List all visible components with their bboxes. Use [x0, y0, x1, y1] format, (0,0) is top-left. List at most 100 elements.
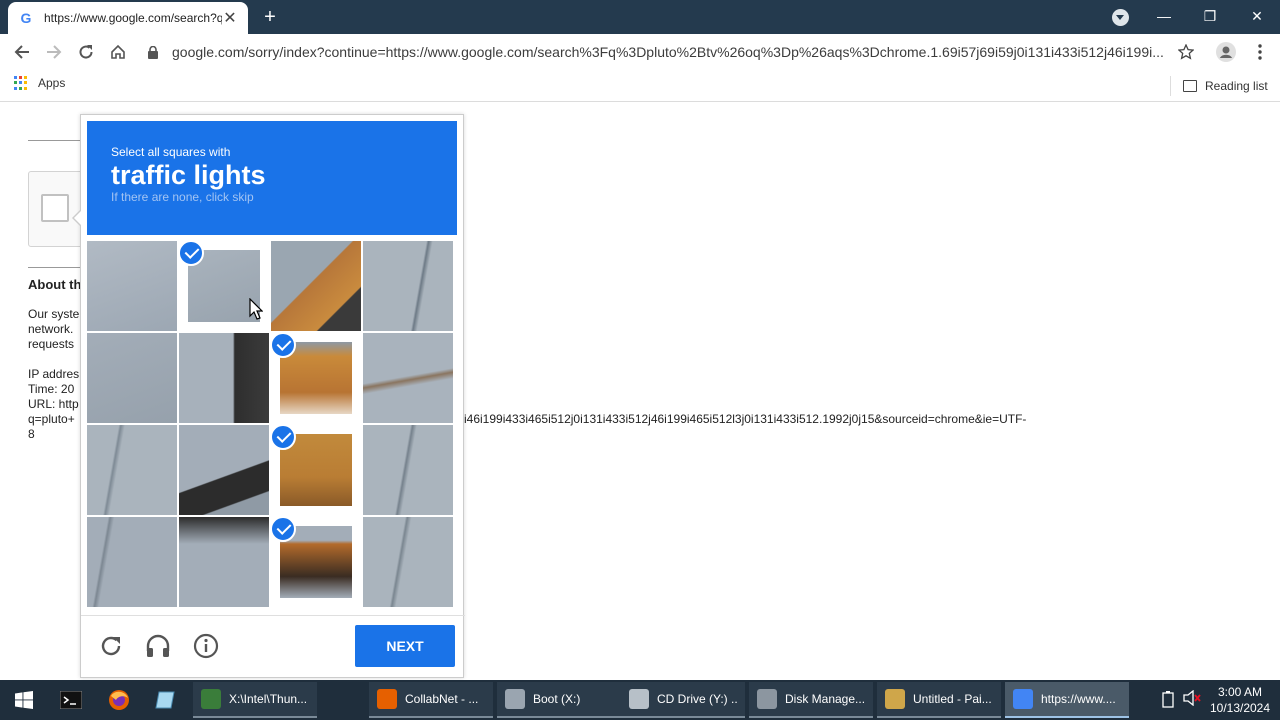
url-line: URL: http — [28, 397, 79, 411]
captcha-tile-image — [87, 241, 177, 331]
notepad-icon — [201, 689, 221, 709]
taskbar-item-6[interactable]: Untitled - Pai... — [877, 682, 1001, 718]
captcha-tile-10[interactable] — [179, 425, 269, 515]
new-tab-button[interactable]: + — [258, 6, 282, 28]
taskbar-item-label: X:\Intel\Thun... — [229, 692, 308, 706]
captcha-tile-8[interactable] — [363, 333, 453, 423]
captcha-tile-15[interactable] — [271, 517, 361, 607]
cd-drive-icon — [629, 689, 649, 709]
taskbar-item-label: CollabNet - ... — [405, 692, 479, 706]
reload-icon[interactable] — [97, 632, 125, 660]
clock-date: 10/13/2024 — [1209, 701, 1271, 715]
captcha-tile-14[interactable] — [179, 517, 269, 607]
reload-page-icon[interactable] — [72, 38, 100, 66]
body-line-2: network. — [28, 322, 74, 336]
captcha-tile-image — [179, 425, 269, 515]
disk-management-icon — [757, 689, 777, 709]
clock-time: 3:00 AM — [1217, 685, 1263, 699]
firefox-icon — [377, 689, 397, 709]
query-line: q=pluto+ — [28, 412, 75, 426]
captcha-tile-image — [179, 333, 269, 423]
close-tab-icon[interactable]: ✕ — [222, 8, 238, 28]
captcha-tile-13[interactable] — [87, 517, 177, 607]
captcha-tile-image — [271, 241, 361, 331]
query-line-tail: i46i199i433i465i512j0i131i433i512j46i199… — [464, 412, 1027, 426]
window-close-icon[interactable]: ✕ — [1234, 0, 1280, 34]
windows-taskbar: X:\Intel\Thun... CollabNet - ... Boot (X:)… — [0, 680, 1280, 720]
taskbar-item-label: https://www.... — [1041, 692, 1116, 706]
captcha-tile-7[interactable] — [271, 333, 361, 423]
captcha-tile-image — [87, 425, 177, 515]
captcha-tile-image — [363, 333, 453, 423]
windows-start-icon[interactable] — [0, 680, 48, 720]
captcha-tile-image — [87, 517, 177, 607]
tab-search-icon[interactable] — [1112, 9, 1129, 26]
captcha-tile-image — [363, 425, 453, 515]
browser-tab[interactable]: G https://www.google.com/search?q ✕ — [8, 2, 248, 34]
forward-icon[interactable] — [40, 38, 68, 66]
address-bar[interactable]: google.com/sorry/index?continue=https://… — [142, 39, 1208, 65]
challenge-instruction: Select all squares with — [111, 145, 231, 159]
top-divider — [28, 140, 83, 141]
info-icon[interactable] — [192, 632, 220, 660]
captcha-tile-5[interactable] — [87, 333, 177, 423]
apps-shortcut[interactable]: Apps — [14, 76, 65, 90]
lock-icon[interactable] — [142, 42, 164, 62]
taskbar-item-label: Boot (X:) — [533, 692, 581, 706]
mid-divider — [28, 267, 83, 268]
captcha-tile-6[interactable] — [179, 333, 269, 423]
tab-strip: G https://www.google.com/search?q ✕ + — … — [0, 0, 1280, 34]
captcha-tile-1[interactable] — [87, 241, 177, 331]
bookmark-star-icon[interactable] — [1172, 38, 1200, 66]
headphones-icon[interactable] — [144, 632, 172, 660]
profile-avatar-icon[interactable] — [1212, 38, 1240, 66]
apps-grid-icon — [14, 76, 28, 90]
apps-label: Apps — [38, 76, 66, 90]
home-icon[interactable] — [104, 38, 132, 66]
captcha-tile-12[interactable] — [363, 425, 453, 515]
taskbar-item-2[interactable]: CollabNet - ... — [369, 682, 493, 718]
notepad-pinned-icon[interactable] — [142, 680, 188, 720]
battery-icon[interactable] — [1158, 690, 1178, 710]
google-favicon-icon: G — [20, 10, 32, 26]
captcha-tile-image — [363, 517, 453, 607]
captcha-tile-16[interactable] — [363, 517, 453, 607]
chrome-icon — [1013, 689, 1033, 709]
taskbar-item-7[interactable]: https://www.... — [1005, 682, 1129, 718]
about-heading: About th — [28, 277, 82, 292]
query-line-end: 8 — [28, 427, 35, 441]
reading-list-label: Reading list — [1205, 79, 1268, 93]
terminal-icon[interactable] — [48, 680, 94, 720]
firefox-icon[interactable] — [96, 680, 142, 720]
taskbar-item-label: CD Drive (Y:) ... — [657, 692, 737, 706]
taskbar-item-5[interactable]: Disk Manage... — [749, 682, 873, 718]
captcha-tile-image — [363, 241, 453, 331]
paint-icon — [885, 689, 905, 709]
url-text[interactable]: google.com/sorry/index?continue=https://… — [172, 44, 1208, 60]
recaptcha-checkbox[interactable] — [41, 194, 69, 222]
image-grid — [87, 241, 455, 609]
reading-list-button[interactable]: Reading list — [1170, 76, 1268, 96]
body-line-1: Our syste — [28, 307, 80, 321]
ip-address-line: IP addres — [28, 367, 80, 381]
captcha-tile-11[interactable] — [271, 425, 361, 515]
taskbar-item-4[interactable]: CD Drive (Y:) ... — [621, 682, 745, 718]
taskbar-item-3[interactable]: Boot (X:) — [497, 682, 621, 718]
back-icon[interactable] — [8, 38, 36, 66]
recaptcha-challenge: Select all squares with traffic lights I… — [72, 114, 465, 678]
taskbar-item-label: Untitled - Pai... — [913, 692, 992, 706]
browser-toolbar: google.com/sorry/index?continue=https://… — [0, 34, 1280, 70]
taskbar-item-label: Disk Manage... — [785, 692, 865, 706]
next-button[interactable]: NEXT — [355, 625, 455, 667]
system-clock[interactable]: 3:00 AM 10/13/2024 — [1202, 684, 1278, 716]
time-line: Time: 20 — [28, 382, 75, 396]
minimize-icon[interactable]: — — [1141, 0, 1187, 34]
restore-icon[interactable]: ❐ — [1187, 0, 1233, 34]
challenge-header: Select all squares with traffic lights I… — [87, 121, 457, 235]
volume-muted-icon[interactable] — [1182, 689, 1202, 710]
captcha-tile-9[interactable] — [87, 425, 177, 515]
taskbar-item-1[interactable]: X:\Intel\Thun... — [193, 682, 317, 718]
captcha-tile-3[interactable] — [271, 241, 361, 331]
menu-kebab-icon[interactable] — [1246, 38, 1274, 66]
captcha-tile-4[interactable] — [363, 241, 453, 331]
